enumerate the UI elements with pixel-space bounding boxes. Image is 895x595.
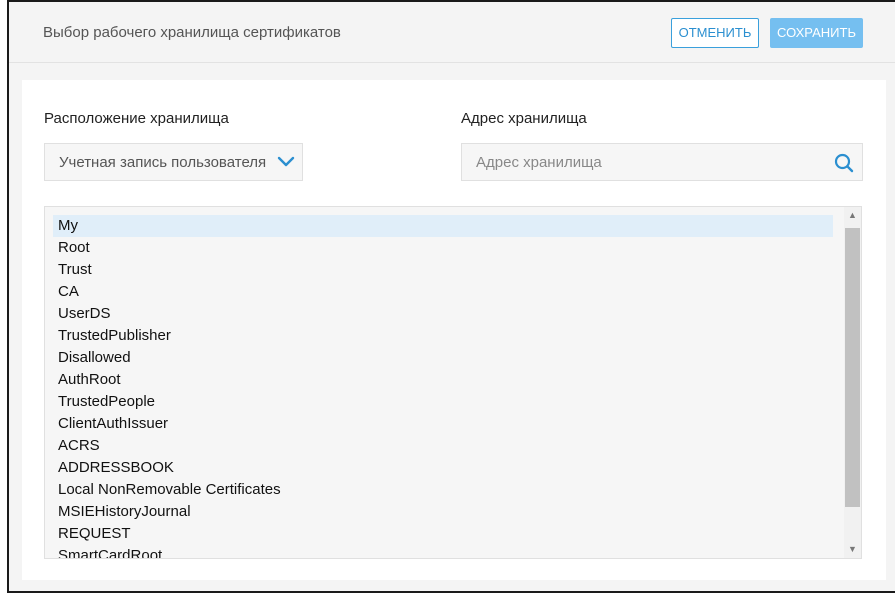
list-item[interactable]: ClientAuthIssuer — [53, 413, 833, 435]
store-list-items: My Root Trust CA UserDS TrustedPublisher Disal… — [53, 215, 833, 558]
list-item[interactable]: TrustedPeople — [53, 391, 833, 413]
list-item[interactable]: Root — [53, 237, 833, 259]
dialog-title: Выбор рабочего хранилища сертификатов — [43, 24, 341, 41]
cancel-button[interactable]: ОТМЕНИТЬ — [671, 18, 759, 48]
list-item[interactable]: UserDS — [53, 303, 833, 325]
list-item[interactable]: My — [53, 215, 833, 237]
location-select[interactable]: Учетная запись пользователя — [44, 143, 303, 181]
list-item[interactable]: ACRS — [53, 435, 833, 457]
list-item[interactable]: AuthRoot — [53, 369, 833, 391]
search-icon[interactable] — [834, 153, 854, 173]
list-scrollbar[interactable]: ▲ ▼ — [844, 207, 861, 558]
save-button[interactable]: СОХРАНИТЬ — [770, 18, 863, 48]
list-item[interactable]: Local NonRemovable Certificates — [53, 479, 833, 501]
list-item[interactable]: Trust — [53, 259, 833, 281]
location-label: Расположение хранилища — [44, 110, 229, 127]
list-item[interactable]: SmartCardRoot — [53, 545, 833, 558]
scrollbar-thumb[interactable] — [845, 228, 860, 507]
scroll-up-arrow-icon[interactable]: ▲ — [844, 207, 861, 224]
list-item[interactable]: MSIEHistoryJournal — [53, 501, 833, 523]
dialog-body: Расположение хранилища Адрес хранилища У… — [22, 80, 886, 580]
address-search-field — [461, 143, 863, 181]
list-item[interactable]: ADDRESSBOOK — [53, 457, 833, 479]
chevron-down-icon — [277, 156, 295, 167]
scroll-down-arrow-icon[interactable]: ▼ — [844, 541, 861, 558]
list-item[interactable]: TrustedPublisher — [53, 325, 833, 347]
address-label: Адрес хранилища — [461, 110, 587, 127]
address-input[interactable] — [462, 144, 836, 180]
location-select-value: Учетная запись пользователя — [59, 154, 267, 171]
store-list[interactable]: My Root Trust CA UserDS TrustedPublisher Disal… — [44, 206, 862, 559]
list-item[interactable]: REQUEST — [53, 523, 833, 545]
dialog-header: Выбор рабочего хранилища сертификатов ОТ… — [9, 2, 895, 63]
certificate-store-dialog: Выбор рабочего хранилища сертификатов ОТ… — [7, 0, 895, 593]
list-item[interactable]: Disallowed — [53, 347, 833, 369]
list-item[interactable]: CA — [53, 281, 833, 303]
